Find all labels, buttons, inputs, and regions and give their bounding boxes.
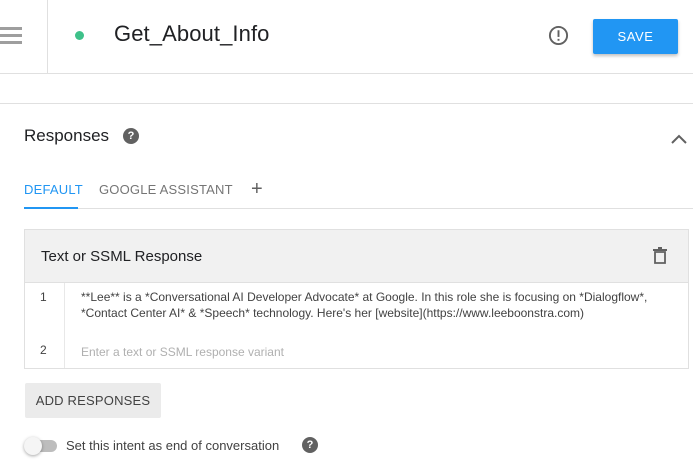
- add-responses-button[interactable]: ADD RESPONSES: [25, 383, 161, 418]
- line-number: 2: [40, 343, 47, 357]
- save-button[interactable]: SAVE: [593, 19, 678, 54]
- question-circle-icon[interactable]: ?: [123, 128, 139, 144]
- response-variant-input[interactable]: [81, 343, 681, 361]
- card-title: Text or SSML Response: [41, 248, 203, 265]
- status-dot: [75, 31, 84, 40]
- toggle-thumb: [24, 437, 42, 455]
- tab-google-assistant[interactable]: GOOGLE ASSISTANT: [99, 182, 233, 197]
- tab-default[interactable]: DEFAULT: [24, 182, 83, 197]
- exclamation-circle-icon[interactable]: [548, 25, 569, 46]
- line-number: 1: [40, 290, 47, 304]
- question-circle-icon[interactable]: ?: [302, 437, 318, 453]
- end-conversation-toggle[interactable]: [24, 437, 58, 455]
- response-text-line[interactable]: **Lee** is a *Conversational AI Develope…: [81, 289, 681, 321]
- intent-name: Get_About_Info: [114, 21, 270, 46]
- responses-title: Responses: [24, 126, 110, 145]
- end-conversation-label: Set this intent as end of conversation: [66, 438, 280, 453]
- active-tab-indicator: [24, 207, 78, 209]
- add-tab-button[interactable]: +: [251, 178, 263, 201]
- divider: [0, 103, 693, 104]
- line-gutter: 1 2: [25, 283, 65, 368]
- tabs-divider: [24, 208, 693, 209]
- chevron-up-icon[interactable]: [670, 133, 688, 145]
- text-response-card: Text or SSML Response 1 2 **Lee** is a *…: [24, 229, 689, 369]
- card-header: Text or SSML Response: [25, 230, 688, 283]
- trash-icon[interactable]: [652, 247, 668, 265]
- top-bar: Get_About_Info SAVE: [0, 0, 693, 74]
- hamburger-menu-icon[interactable]: [0, 0, 48, 74]
